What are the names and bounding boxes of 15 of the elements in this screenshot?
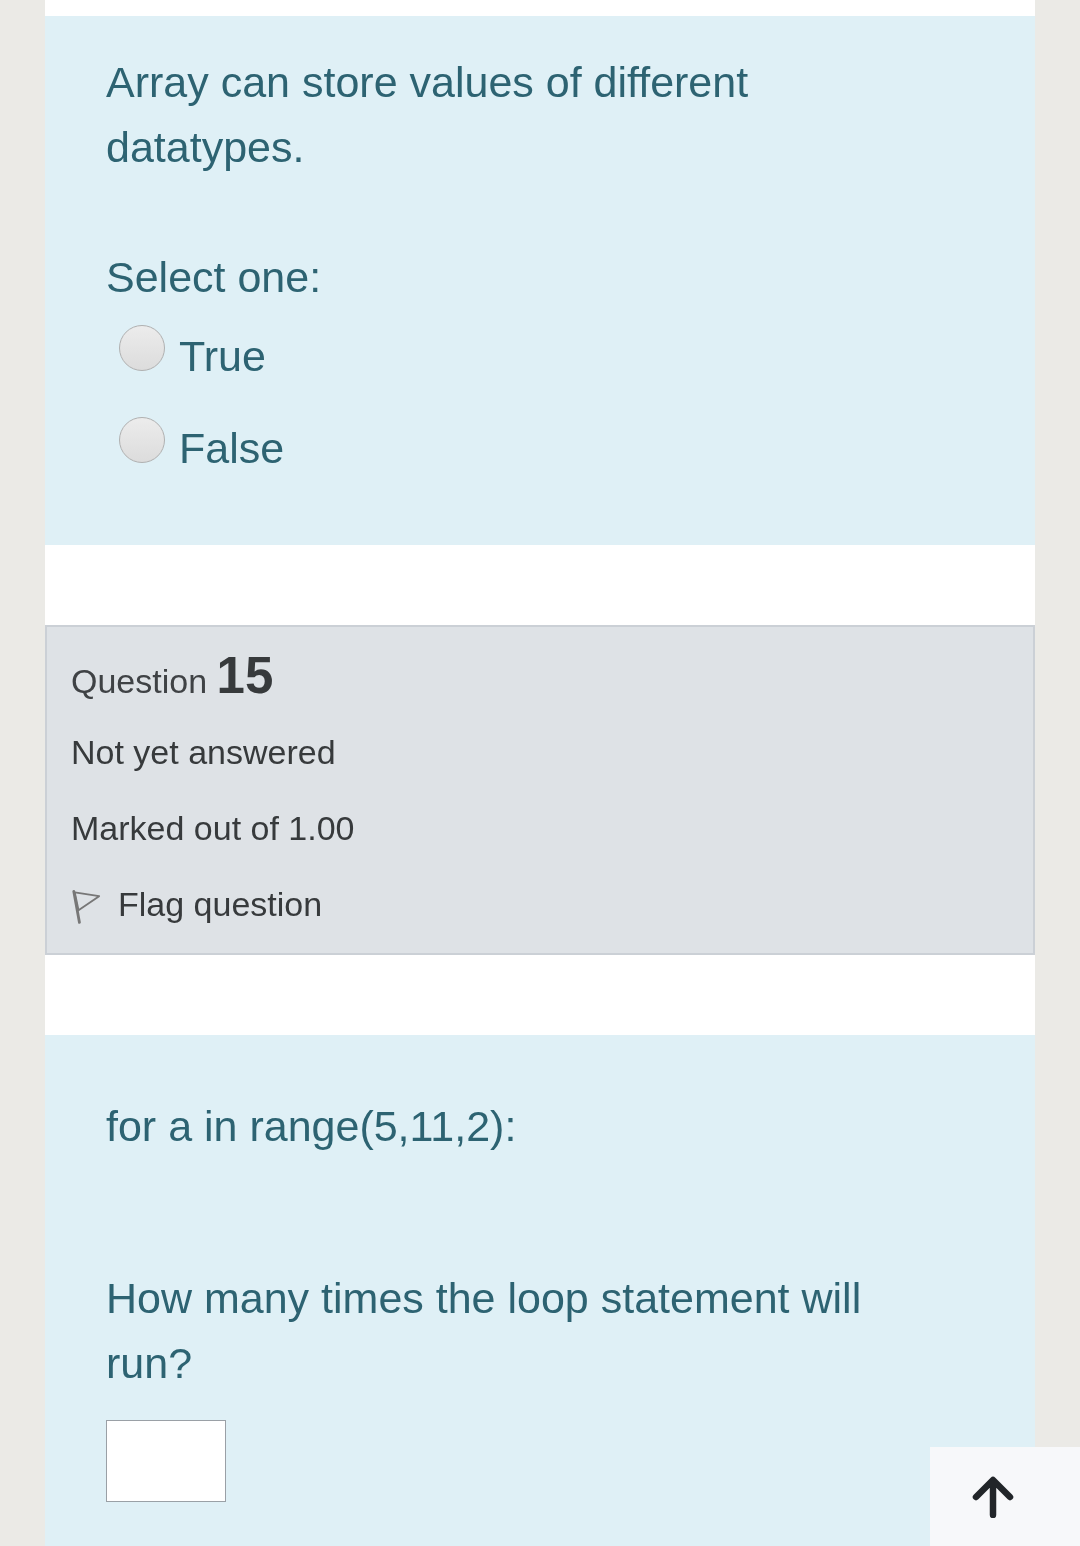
question-text: How many times the loop statement will run? bbox=[106, 1273, 863, 1389]
back-to-top-button[interactable] bbox=[930, 1447, 1080, 1546]
option-label[interactable]: False bbox=[179, 422, 285, 474]
grade-text: Marked out of 1.00 bbox=[71, 808, 356, 849]
question-text: Array can store values of different datatypes. bbox=[106, 57, 750, 173]
question-text: for a in range(5,11,2): bbox=[106, 1101, 518, 1152]
answer-field[interactable] bbox=[106, 1420, 226, 1502]
radio-button[interactable] bbox=[119, 417, 165, 463]
question-number: Question 15 bbox=[71, 646, 275, 706]
prompt-text: Select one: bbox=[106, 252, 323, 303]
question-state-text: Not yet answered bbox=[71, 732, 337, 773]
arrow-up-icon bbox=[972, 1475, 1014, 1518]
option-label[interactable]: True bbox=[179, 330, 266, 382]
flag-question-link[interactable]: Flag question bbox=[71, 866, 323, 942]
radio-button[interactable] bbox=[119, 325, 165, 371]
